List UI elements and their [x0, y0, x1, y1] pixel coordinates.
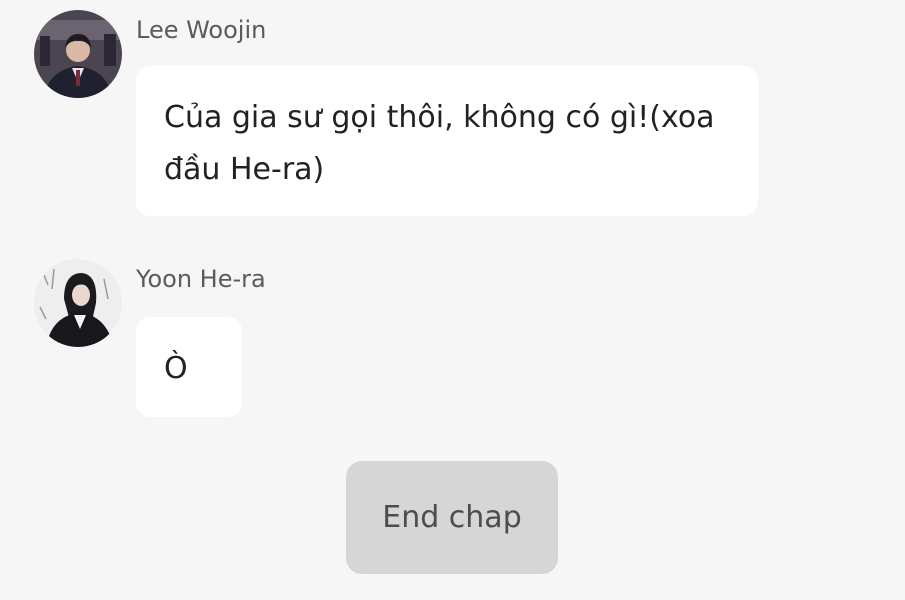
message-text: Ò: [164, 351, 188, 386]
sender-name: Lee Woojin: [136, 16, 267, 44]
sender-name: Yoon He-ra: [136, 265, 266, 293]
avatar-lee-woojin[interactable]: [34, 10, 122, 98]
end-chap-button[interactable]: End chap: [346, 461, 558, 574]
avatar-yoon-he-ra[interactable]: [34, 259, 122, 347]
message-bubble: Ò: [136, 317, 242, 417]
message-text: Của gia sư gọi thôi, không có gì!(xoa đầ…: [164, 100, 715, 187]
message-bubble: Của gia sư gọi thôi, không có gì!(xoa đầ…: [136, 66, 758, 216]
female-student-avatar-icon: [34, 259, 122, 347]
male-student-avatar-icon: [34, 10, 122, 98]
